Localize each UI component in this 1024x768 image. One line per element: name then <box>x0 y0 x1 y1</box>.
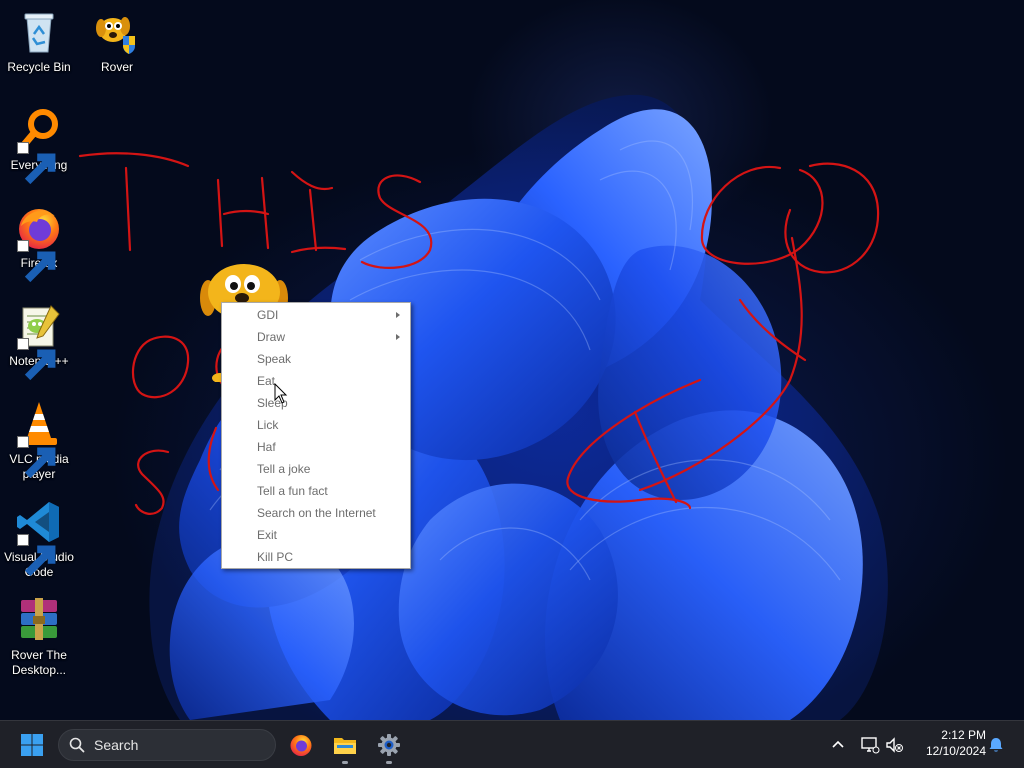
show-hidden-icons-button[interactable] <box>828 735 848 755</box>
menu-item-label: Tell a fun fact <box>257 484 328 498</box>
menu-item-sleep[interactable]: Sleep <box>222 392 410 414</box>
taskbar-search-box[interactable]: Search <box>58 729 276 761</box>
menu-item-gdi[interactable]: GDI <box>222 304 410 326</box>
vlc-cone-icon <box>15 400 63 479</box>
windows-start-icon <box>21 734 43 756</box>
menu-item-label: Kill PC <box>257 550 294 564</box>
menu-item-tell-joke[interactable]: Tell a joke <box>222 458 410 480</box>
chevron-up-icon <box>832 740 844 748</box>
menu-item-label: Haf <box>257 440 276 454</box>
vscode-icon <box>15 498 63 577</box>
shortcut-arrow-icon <box>17 240 56 283</box>
menu-item-search-internet[interactable]: Search on the Internet <box>222 502 410 524</box>
search-icon <box>69 737 85 753</box>
everything-search-icon <box>15 106 63 185</box>
running-indicator <box>342 761 348 764</box>
start-button[interactable] <box>12 725 52 765</box>
taskbar-settings-button[interactable] <box>369 725 409 765</box>
menu-item-exit[interactable]: Exit <box>222 524 410 546</box>
desktop-icon-notepad-plus-plus[interactable]: Notepad++ <box>0 302 78 381</box>
notification-button[interactable] <box>986 735 1006 755</box>
menu-item-label: Eat <box>257 374 276 388</box>
network-status-button[interactable] <box>860 735 880 755</box>
search-label: Search <box>94 737 139 753</box>
taskbar-file-explorer-button[interactable] <box>325 725 365 765</box>
menu-item-kill-pc[interactable]: Kill PC <box>222 546 410 568</box>
desktop-icon-label: Recycle Bin <box>7 60 71 74</box>
mouse-pointer-icon <box>274 383 288 404</box>
menu-item-lick[interactable]: Lick <box>222 414 410 436</box>
menu-item-speak[interactable]: Speak <box>222 348 410 370</box>
folder-icon <box>334 738 356 754</box>
taskbar: Search 2:12 PM 12/10/2024 <box>0 720 1024 768</box>
shortcut-arrow-icon <box>17 142 56 185</box>
menu-item-label: GDI <box>257 308 279 322</box>
clock-date: 12/10/2024 <box>925 744 986 758</box>
rover-context-menu: GDI Draw Speak Eat Sleep Lick Haf Tell a… <box>221 302 411 569</box>
desktop-icon-label: Rover <box>100 60 133 74</box>
menu-item-label: Lick <box>257 418 279 432</box>
menu-item-label: Search on the Internet <box>257 506 376 520</box>
menu-item-label: Tell a joke <box>257 462 311 476</box>
menu-item-label: Draw <box>257 330 286 344</box>
gear-icon <box>378 734 400 756</box>
desktop-icon-recycle-bin[interactable]: Recycle Bin <box>0 8 78 75</box>
winrar-archive-icon <box>15 596 63 644</box>
desktop-icon-vscode[interactable]: Visual Studio Code <box>0 498 78 580</box>
submenu-arrow-icon <box>396 312 400 318</box>
desktop-icon-rover[interactable]: Rover <box>78 8 156 75</box>
notification-bell-icon <box>989 738 1003 752</box>
volume-button[interactable] <box>884 735 904 755</box>
desktop-icon-label: Rover The Desktop... <box>11 648 67 677</box>
shortcut-arrow-icon <box>17 436 56 479</box>
desktop-icon-firefox[interactable]: Firefox <box>0 204 78 283</box>
desktop-icon-everything[interactable]: Everything <box>0 106 78 185</box>
desktop-icon-vlc[interactable]: VLC media player <box>0 400 78 482</box>
wallpaper <box>149 94 888 720</box>
shortcut-arrow-icon <box>17 534 56 577</box>
taskbar-clock[interactable]: 2:12 PM 12/10/2024 <box>912 727 986 759</box>
menu-item-eat[interactable]: Eat <box>222 370 410 392</box>
running-indicator <box>386 761 392 764</box>
menu-item-label: Exit <box>257 528 278 542</box>
network-icon <box>861 737 880 754</box>
menu-item-draw[interactable]: Draw <box>222 326 410 348</box>
menu-item-tell-fun-fact[interactable]: Tell a fun fact <box>222 480 410 502</box>
firefox-icon <box>290 735 312 756</box>
desktop-icon-rover-archive[interactable]: Rover The Desktop... <box>0 596 78 678</box>
clock-time: 2:12 PM <box>941 728 986 742</box>
shortcut-arrow-icon <box>17 338 56 381</box>
notepad-plus-plus-icon <box>15 302 63 381</box>
menu-item-haf[interactable]: Haf <box>222 436 410 458</box>
volume-muted-icon <box>886 737 903 753</box>
menu-item-label: Speak <box>257 352 292 366</box>
rover-dog-icon <box>93 8 141 56</box>
desktop[interactable]: Recycle Bin Rover Everything Firefox Not… <box>0 0 1024 720</box>
recycle-bin-icon <box>15 8 63 56</box>
firefox-icon <box>15 204 63 283</box>
submenu-arrow-icon <box>396 334 400 340</box>
taskbar-firefox-button[interactable] <box>281 725 321 765</box>
